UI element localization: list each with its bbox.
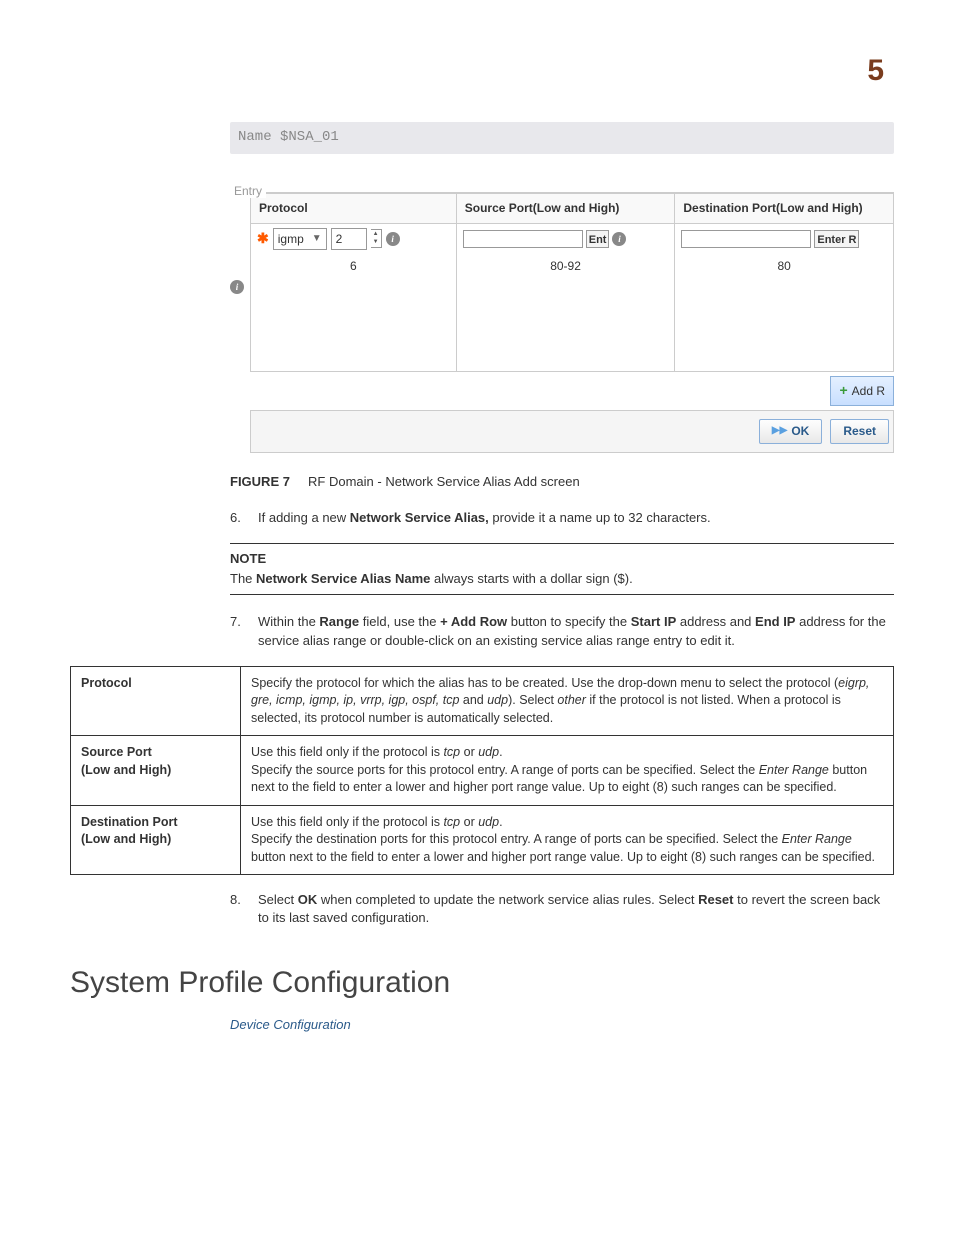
- required-asterisk-icon: ✱: [257, 229, 269, 249]
- param-name: Destination Port (Low and High): [71, 805, 241, 875]
- table-row: Protocol Specify the protocol for which …: [71, 666, 894, 736]
- step-6: 6. If adding a new Network Service Alias…: [230, 509, 894, 527]
- reset-label: Reset: [843, 423, 876, 440]
- spinner-up-icon[interactable]: ▲: [371, 230, 381, 238]
- protocol-number-spinner[interactable]: ▲▼: [371, 229, 382, 248]
- ok-label: OK: [791, 423, 809, 440]
- device-configuration-link[interactable]: Device Configuration: [230, 1016, 894, 1034]
- ok-button[interactable]: ▶▶ OK: [759, 419, 822, 444]
- source-port-input[interactable]: [463, 230, 583, 248]
- param-desc: Specify the protocol for which the alias…: [241, 666, 894, 736]
- col-dest-port: Destination Port(Low and High): [675, 193, 894, 223]
- note-label: NOTE: [230, 550, 894, 568]
- figure-text: RF Domain - Network Service Alias Add sc…: [308, 474, 580, 489]
- add-row-bar: + Add R: [250, 372, 894, 411]
- step-number: 8.: [230, 891, 246, 927]
- add-row-label: Add R: [852, 383, 885, 400]
- step-text: Select OK when completed to update the n…: [258, 891, 894, 927]
- protocol-number-input[interactable]: 2: [331, 228, 367, 251]
- section-heading: System Profile Configuration: [70, 962, 894, 1004]
- step-text: If adding a new Network Service Alias, p…: [258, 509, 711, 527]
- dest-port-cell: 80: [675, 254, 894, 279]
- step-number: 6.: [230, 509, 246, 527]
- param-name: Protocol: [71, 666, 241, 736]
- info-icon[interactable]: i: [230, 280, 244, 294]
- protocol-dropdown[interactable]: igmp ▼: [273, 228, 327, 251]
- parameter-table: Protocol Specify the protocol for which …: [70, 666, 894, 876]
- entry-table: Protocol Source Port(Low and High) Desti…: [250, 193, 894, 372]
- add-row-button[interactable]: + Add R: [830, 376, 894, 406]
- figure-caption: FIGURE 7 RF Domain - Network Service Ali…: [230, 473, 894, 491]
- step-number: 7.: [230, 613, 246, 649]
- dest-port-input[interactable]: [681, 230, 811, 248]
- reset-button[interactable]: Reset: [830, 419, 889, 444]
- plus-icon: +: [839, 381, 847, 401]
- entry-legend: Entry: [230, 184, 266, 198]
- protocol-number-cell: 6: [251, 254, 457, 279]
- page-number: 5: [70, 50, 894, 92]
- param-desc: Use this field only if the protocol is t…: [241, 805, 894, 875]
- param-desc: Use this field only if the protocol is t…: [241, 736, 894, 806]
- note-text: The Network Service Alias Name always st…: [230, 570, 894, 588]
- table-row-empty: [251, 327, 894, 372]
- table-row: Source Port (Low and High) Use this fiel…: [71, 736, 894, 806]
- table-row[interactable]: ✱ igmp ▼ 2▲▼ i Ent: [251, 223, 894, 254]
- protocol-dropdown-value: igmp: [278, 231, 304, 248]
- info-icon[interactable]: i: [612, 232, 626, 246]
- dialog-button-bar: ▶▶ OK Reset: [250, 411, 894, 453]
- entry-section: Entry Protocol Source Port(Low and High)…: [230, 174, 894, 453]
- table-row-empty: [251, 279, 894, 303]
- col-protocol: Protocol: [251, 193, 457, 223]
- col-source-port: Source Port(Low and High): [456, 193, 675, 223]
- table-row-empty: [251, 303, 894, 327]
- figure-label: FIGURE 7: [230, 474, 290, 489]
- play-icon: ▶▶: [772, 424, 787, 438]
- step-text: Within the Range field, use the + Add Ro…: [258, 613, 894, 649]
- dest-enter-range-button[interactable]: Enter R: [814, 230, 859, 248]
- step-7: 7. Within the Range field, use the + Add…: [230, 613, 894, 649]
- chevron-down-icon: ▼: [312, 232, 322, 246]
- alias-name-input[interactable]: Name $NSA_01: [230, 122, 894, 154]
- step-8: 8. Select OK when completed to update th…: [230, 891, 894, 927]
- param-name: Source Port (Low and High): [71, 736, 241, 806]
- table-row[interactable]: 6 80-92 80: [251, 254, 894, 279]
- source-port-cell: 80-92: [456, 254, 675, 279]
- source-enter-range-button[interactable]: Ent: [586, 230, 610, 248]
- info-icon[interactable]: i: [386, 232, 400, 246]
- app-screenshot: Name $NSA_01 Entry Protocol Source Port(…: [230, 122, 894, 453]
- table-row: Destination Port (Low and High) Use this…: [71, 805, 894, 875]
- note-block: NOTE The Network Service Alias Name alwa…: [230, 543, 894, 595]
- spinner-down-icon[interactable]: ▼: [371, 238, 381, 246]
